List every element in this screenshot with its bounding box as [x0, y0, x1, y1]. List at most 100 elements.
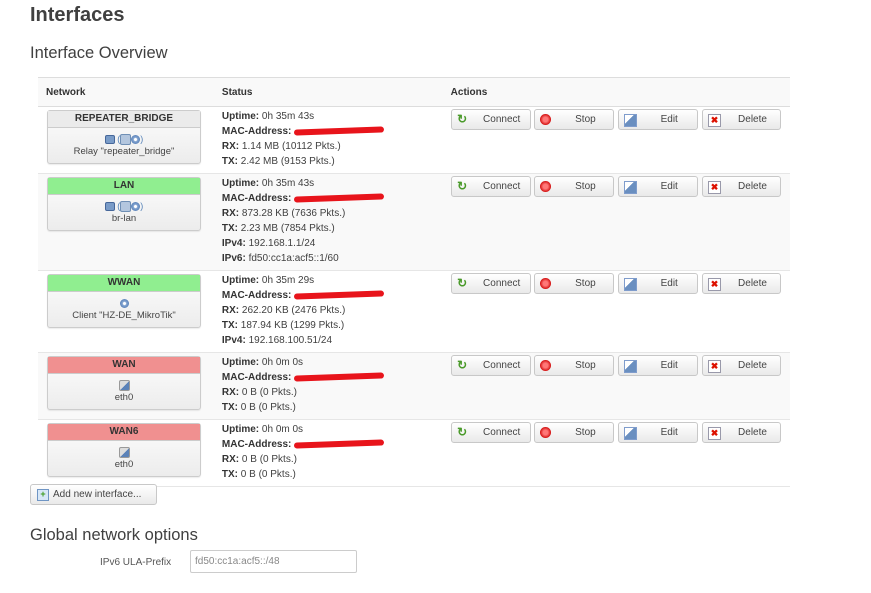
connect-button[interactable]: ↻ Connect [450, 176, 531, 197]
connect-button[interactable]: ↻ Connect [450, 109, 531, 130]
uptime-line: Uptime: 0h 35m 43s [221, 178, 315, 189]
network-cell: LAN () br-lan [38, 173, 214, 271]
edit-button[interactable]: Edit [618, 422, 699, 443]
bridge-icon [104, 135, 115, 145]
delete-button[interactable]: ✖ Delete [702, 176, 781, 197]
actions-cell: ↻ Connect Stop Edit ✖ Delete [442, 419, 790, 487]
ipv6-value: fd50:cc1a:acf5::1/60 [248, 253, 339, 264]
delete-button[interactable]: ✖ Delete [702, 273, 781, 294]
tx-value: 187.94 KB (1299 Pkts.) [240, 320, 345, 331]
uptime-value: 0h 35m 29s [261, 275, 315, 286]
edit-button[interactable]: Edit [618, 273, 699, 294]
switch-icon [120, 201, 132, 213]
uptime-value: 0h 0m 0s [261, 424, 304, 435]
ipv4-value: 192.168.1.1/24 [248, 238, 316, 249]
ula-prefix-input[interactable] [190, 550, 357, 573]
stop-button[interactable]: Stop [534, 176, 615, 197]
page-title: Interfaces [30, 4, 125, 26]
header-status: Status [213, 77, 443, 107]
reconnect-icon: ↻ [457, 276, 468, 290]
ipv4-line: IPv4: 192.168.100.51/24 [221, 335, 333, 346]
edit-icon [624, 114, 638, 127]
reconnect-icon: ↻ [457, 425, 468, 439]
device-name: eth0 [114, 459, 134, 470]
uptime-line: Uptime: 0h 35m 29s [221, 275, 315, 286]
interface-row: WWAN Client "HZ-DE_MikroTik" Uptime: 0h … [38, 270, 790, 353]
network-name: WWAN [48, 275, 200, 292]
connect-button[interactable]: ↻ Connect [450, 355, 531, 376]
delete-button[interactable]: ✖ Delete [702, 109, 781, 130]
connect-button[interactable]: ↻ Connect [450, 273, 531, 294]
stop-icon [540, 278, 552, 289]
connect-button[interactable]: ↻ Connect [450, 422, 531, 443]
tx-line: TX: 2.23 MB (7854 Pkts.) [221, 223, 335, 234]
device-name: br-lan [111, 213, 137, 224]
device-icons [48, 378, 200, 392]
device-name: eth0 [114, 392, 134, 403]
network-name: REPEATER_BRIDGE [48, 111, 200, 128]
stop-icon [540, 181, 552, 192]
edit-icon [624, 181, 638, 194]
global-options-title: Global network options [30, 526, 198, 544]
edit-icon [624, 278, 638, 291]
ula-prefix-label: IPv6 ULA-Prefix [100, 557, 172, 568]
device-name: Relay "repeater_bridge" [73, 146, 175, 157]
stop-icon [540, 114, 552, 125]
status-cell: Uptime: 0h 0m 0s MAC-Address: RX: 0 B (0… [213, 419, 443, 487]
network-name: WAN6 [48, 424, 200, 441]
delete-icon: ✖ [708, 181, 721, 194]
switch-icon [120, 134, 132, 146]
add-icon: + [37, 489, 49, 501]
redacted-mac [294, 193, 385, 203]
add-interface-button[interactable]: + Add new interface... [30, 484, 157, 505]
delete-icon: ✖ [708, 427, 721, 440]
status-cell: Uptime: 0h 35m 43s MAC-Address: RX: 1.14… [213, 106, 443, 174]
bridge-icon [104, 202, 115, 212]
reconnect-icon: ↻ [457, 358, 468, 372]
ipv4-value: 192.168.100.51/24 [248, 335, 333, 346]
edit-button[interactable]: Edit [618, 355, 699, 376]
interface-row: WAN6 eth0 Uptime: 0h 0m 0s MAC-Address: … [38, 419, 790, 487]
network-badge[interactable]: LAN () br-lan [47, 177, 201, 231]
tx-value: 0 B (0 Pkts.) [240, 402, 296, 413]
interface-row: LAN () br-lan Uptime: 0h 35m 43s MAC-Add… [38, 173, 790, 271]
delete-button[interactable]: ✖ Delete [702, 355, 781, 376]
interfaces-table: Network Status Actions REPEATER_BRIDGE (… [38, 77, 790, 487]
tx-value: 2.42 MB (9153 Pkts.) [240, 156, 335, 167]
edit-icon [624, 360, 638, 373]
actions-cell: ↻ Connect Stop Edit ✖ Delete [442, 270, 790, 353]
tx-line: TX: 2.42 MB (9153 Pkts.) [221, 156, 335, 167]
redacted-mac [294, 439, 385, 449]
ipv4-line: IPv4: 192.168.1.1/24 [221, 238, 316, 249]
edit-button[interactable]: Edit [618, 176, 699, 197]
device-icons [48, 296, 200, 310]
network-badge[interactable]: REPEATER_BRIDGE () Relay "repeater_bridg… [47, 110, 201, 164]
tx-value: 0 B (0 Pkts.) [240, 469, 296, 480]
mac-line: MAC-Address: [222, 288, 435, 303]
stop-button[interactable]: Stop [534, 109, 615, 130]
ipv6-line: IPv6: fd50:cc1a:acf5::1/60 [221, 253, 339, 264]
table-header-row: Network Status Actions [38, 77, 790, 107]
stop-button[interactable]: Stop [534, 355, 615, 376]
rx-line: RX: 0 B (0 Pkts.) [221, 454, 297, 465]
stop-button[interactable]: Stop [534, 422, 615, 443]
network-badge[interactable]: WAN6 eth0 [47, 423, 201, 477]
device-icons: () [48, 199, 200, 213]
delete-button[interactable]: ✖ Delete [702, 422, 781, 443]
rx-value: 0 B (0 Pkts.) [241, 387, 297, 398]
mac-line: MAC-Address: [222, 124, 435, 139]
network-name: LAN [48, 178, 200, 195]
uptime-value: 0h 0m 0s [261, 357, 304, 368]
rx-value: 0 B (0 Pkts.) [241, 454, 297, 465]
stop-icon [540, 360, 552, 371]
rx-value: 262.20 KB (2476 Pkts.) [241, 305, 346, 316]
stop-button[interactable]: Stop [534, 273, 615, 294]
uptime-line: Uptime: 0h 0m 0s [221, 357, 304, 368]
edit-button[interactable]: Edit [618, 109, 699, 130]
uptime-value: 0h 35m 43s [261, 111, 315, 122]
delete-icon: ✖ [708, 360, 721, 373]
network-badge[interactable]: WAN eth0 [47, 356, 201, 410]
network-cell: WWAN Client "HZ-DE_MikroTik" [38, 270, 214, 353]
edit-icon [624, 427, 638, 440]
network-badge[interactable]: WWAN Client "HZ-DE_MikroTik" [47, 274, 201, 328]
